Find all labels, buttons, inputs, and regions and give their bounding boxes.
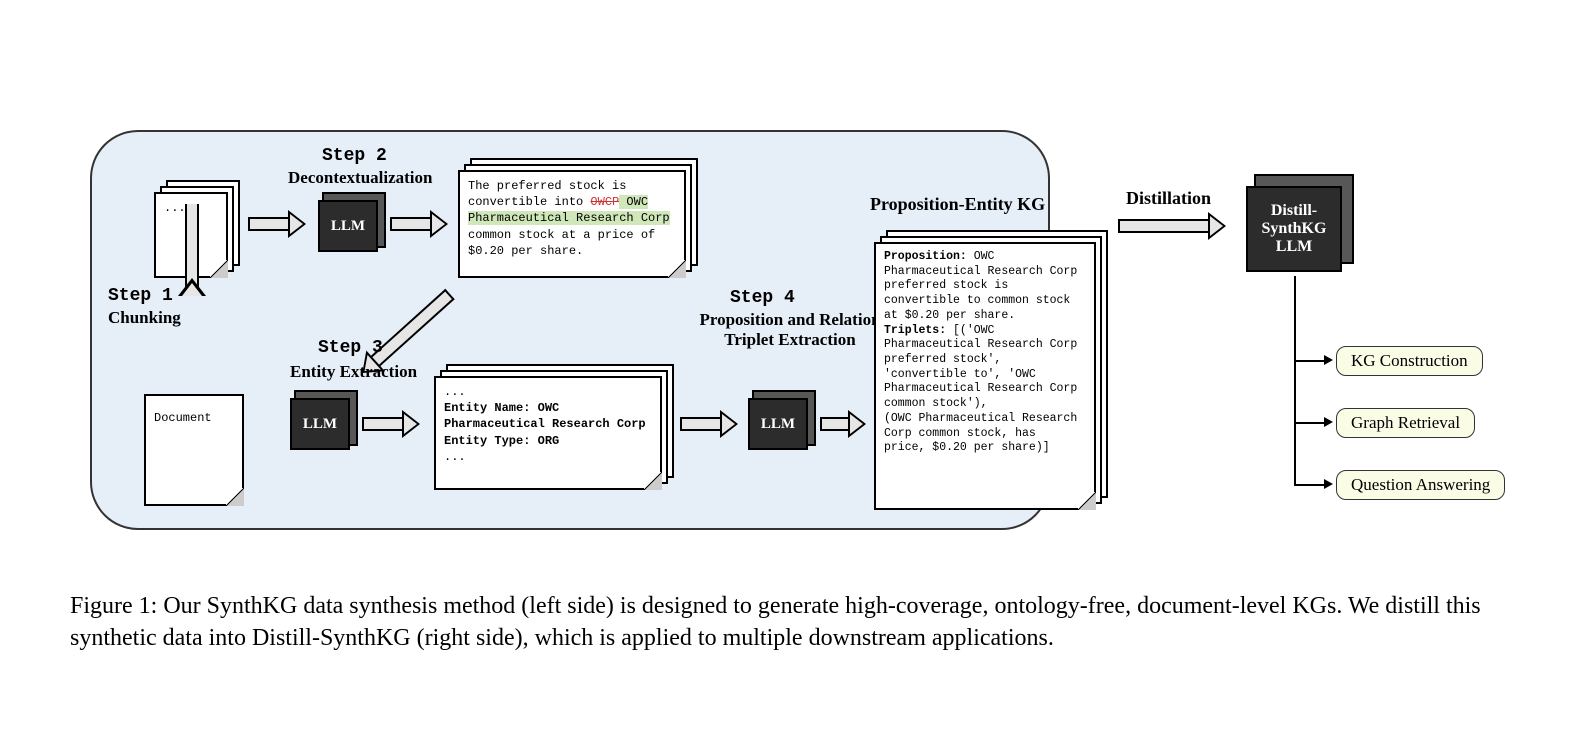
entity-content: ... Entity Name: OWC Pharmaceutical Rese…	[436, 378, 660, 471]
distill-cube: Distill- SynthKG LLM	[1246, 186, 1342, 272]
distill-cube-label: Distill- SynthKG LLM	[1262, 202, 1327, 256]
step1-sub: Chunking	[108, 308, 181, 328]
decon-content: The preferred stock is convertible into …	[460, 172, 684, 265]
dogear-icon	[668, 260, 686, 278]
entity-l3: Entity Type: ORG	[444, 434, 559, 448]
decon-l2: convertible into OWCP OWC	[468, 194, 676, 210]
llm-cube-step2: LLM	[318, 200, 378, 252]
downstream-kg-construction: KG Construction	[1336, 346, 1483, 376]
paper-entity-front: ... Entity Name: OWC Pharmaceutical Rese…	[434, 376, 662, 490]
dogear-icon	[210, 260, 228, 278]
paper-kg-front: Proposition: OWC Pharmaceutical Research…	[874, 242, 1096, 510]
dogear-icon	[644, 472, 662, 490]
strikethrough-text: OWCP	[590, 195, 619, 209]
distillation-label: Distillation	[1126, 188, 1211, 209]
step4-label: Step 4	[730, 288, 795, 308]
step3-label: Step 3	[318, 338, 383, 358]
figure-caption: Figure 1: Our SynthKG data synthesis met…	[70, 590, 1510, 655]
decon-l3: Pharmaceutical Research Corp	[468, 210, 676, 226]
dogear-icon	[1078, 492, 1096, 510]
llm-label: LLM	[331, 218, 365, 235]
llm-cube-step3: LLM	[290, 398, 350, 450]
llm-label: LLM	[761, 416, 795, 433]
step2-label: Step 2	[322, 146, 387, 166]
dogear-icon	[226, 488, 244, 506]
arrowhead-icon	[1324, 417, 1333, 427]
decon-l4: common stock at a price of	[468, 227, 676, 243]
step1-label: Step 1	[108, 286, 173, 306]
arrowhead-icon	[1324, 479, 1333, 489]
llm-label: LLM	[303, 416, 337, 433]
document-text: Document	[146, 396, 242, 432]
paper-decon-front: The preferred stock is convertible into …	[458, 170, 686, 278]
entity-l1: Entity Name: OWC	[444, 401, 559, 415]
step4-sub: Proposition and Relation Triplet Extract…	[680, 310, 900, 350]
entity-pre: ...	[444, 384, 652, 400]
downstream-graph-retrieval: Graph Retrieval	[1336, 408, 1475, 438]
arrowhead-icon	[1324, 355, 1333, 365]
decon-l5: $0.20 per share.	[468, 243, 676, 259]
kg-trip-text: [('OWC Pharmaceutical Research Corp pref…	[884, 324, 1077, 455]
kg-prop-label: Proposition:	[884, 250, 967, 263]
kg-trip-label: Triplets:	[884, 324, 946, 337]
kg-title: Proposition-Entity KG	[870, 194, 1045, 215]
paper-document: Document	[144, 394, 244, 506]
kg-content: Proposition: OWC Pharmaceutical Research…	[876, 244, 1094, 462]
downstream-qa: Question Answering	[1336, 470, 1505, 500]
step2-sub: Decontextualization	[288, 168, 432, 188]
connector-h1	[1294, 360, 1324, 362]
connector-vertical	[1294, 276, 1296, 486]
connector-h2	[1294, 422, 1324, 424]
decon-l1: The preferred stock is	[468, 178, 676, 194]
connector-h3	[1294, 484, 1324, 486]
step3-sub: Entity Extraction	[290, 362, 417, 382]
llm-cube-step4: LLM	[748, 398, 808, 450]
entity-post: ...	[444, 449, 652, 465]
entity-l2: Pharmaceutical Research Corp	[444, 417, 646, 431]
